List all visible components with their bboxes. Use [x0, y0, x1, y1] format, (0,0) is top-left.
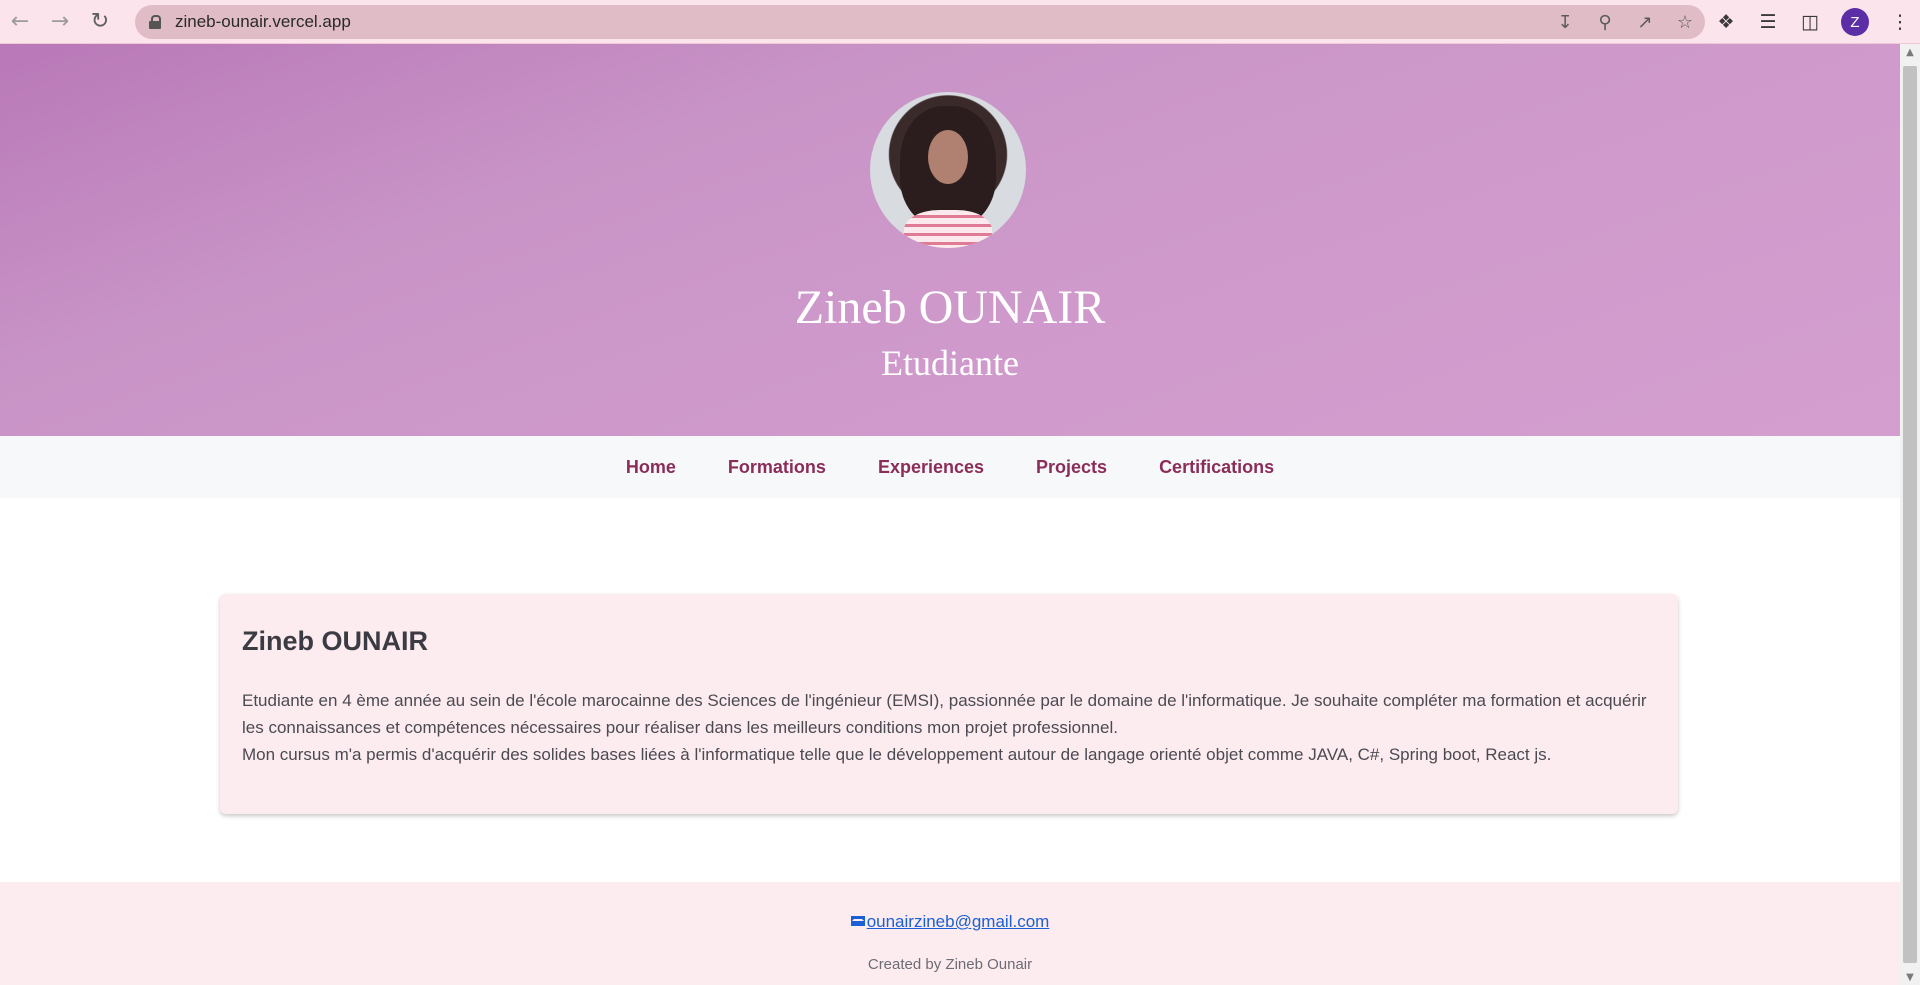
bookmark-star-icon[interactable]: ☆ — [1675, 12, 1695, 33]
hero-banner: Zineb OUNAIR Etudiante — [0, 44, 1900, 436]
footer-email-row: ounairzineb@gmail.com — [0, 912, 1900, 932]
forward-arrow-icon[interactable]: → — [40, 0, 80, 44]
nav-formations[interactable]: Formations — [728, 457, 826, 478]
back-arrow-icon[interactable]: ← — [0, 0, 40, 44]
zoom-icon[interactable]: ⚲ — [1595, 12, 1615, 33]
share-icon[interactable]: ↗ — [1635, 12, 1655, 33]
side-panel-icon[interactable]: ◫ — [1799, 11, 1821, 33]
profile-photo — [870, 92, 1026, 248]
profile-avatar[interactable]: Z — [1841, 8, 1869, 36]
lock-icon[interactable] — [149, 15, 161, 29]
extensions-puzzle-icon[interactable]: ❖ — [1715, 11, 1737, 33]
nav-certifications[interactable]: Certifications — [1159, 457, 1274, 478]
scroll-thumb[interactable] — [1903, 66, 1917, 963]
nav-home[interactable]: Home — [626, 457, 676, 478]
about-card: Zineb OUNAIR Etudiante en 4 ème année au… — [220, 594, 1678, 814]
page-scrollbar[interactable]: ▲ ▼ — [1900, 44, 1920, 985]
hero-role: Etudiante — [881, 343, 1019, 383]
scroll-up-arrow-icon[interactable]: ▲ — [1900, 44, 1920, 60]
nav-projects[interactable]: Projects — [1036, 457, 1107, 478]
media-playlist-icon[interactable]: ☰ — [1757, 11, 1779, 33]
about-paragraph-2: Mon cursus m'a permis d'acquérir des sol… — [242, 745, 1552, 764]
omnibox-actions: ↧ ⚲ ↗ ☆ — [1555, 5, 1695, 39]
nav-experiences[interactable]: Experiences — [878, 457, 984, 478]
mail-icon — [850, 916, 865, 926]
email-link[interactable]: ounairzineb@gmail.com — [867, 912, 1050, 931]
about-title: Zineb OUNAIR — [242, 626, 428, 656]
hero-name: Zineb OUNAIR — [794, 281, 1106, 334]
toolbar-actions: ❖ ☰ ◫ Z ⋮ — [1715, 0, 1911, 44]
scroll-down-arrow-icon[interactable]: ▼ — [1900, 969, 1920, 985]
footer-credit: Created by Zineb Ounair — [867, 956, 1033, 973]
address-bar[interactable]: zineb-ounair.vercel.app ↧ ⚲ ↗ ☆ — [135, 5, 1705, 39]
reload-icon[interactable]: ↻ — [80, 0, 120, 44]
url-text[interactable]: zineb-ounair.vercel.app — [175, 12, 351, 32]
menu-kebab-icon[interactable]: ⋮ — [1889, 11, 1911, 33]
browser-toolbar: ← → ↻ zineb-ounair.vercel.app ↧ ⚲ ↗ ☆ ❖ … — [0, 0, 1920, 44]
about-paragraph-1: Etudiante en 4 ème année au sein de l'éc… — [242, 691, 1647, 737]
install-app-icon[interactable]: ↧ — [1555, 12, 1575, 33]
page-viewport: Zineb OUNAIR Etudiante Home Formations E… — [0, 44, 1900, 985]
footer: ounairzineb@gmail.com Created by Zineb O… — [0, 882, 1900, 985]
main-nav: Home Formations Experiences Projects Cer… — [0, 436, 1900, 498]
